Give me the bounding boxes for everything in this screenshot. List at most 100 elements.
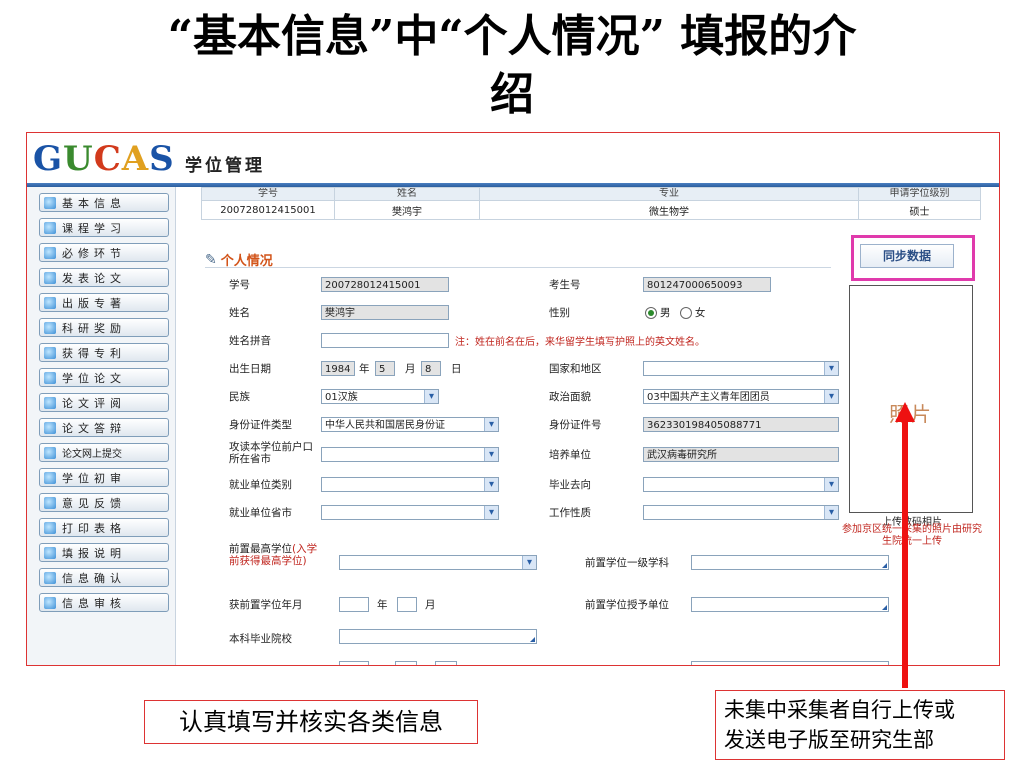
- menu-bullet-icon: [44, 496, 56, 509]
- summary-header-cell: 申请学位级别: [858, 187, 981, 201]
- arrow-shaft: [902, 420, 908, 688]
- menu-bullet-icon: [44, 321, 56, 334]
- sidebar: 基本信息 课程学习 必修环节 发表论文 出版专著 科研奖励 获得专利 学位论文 …: [27, 187, 176, 665]
- sidebar-item-required[interactable]: 必修环节: [39, 243, 169, 262]
- prev-subject-label: 前置学位一级学科: [585, 557, 669, 569]
- callout-verify-info: 认真填写并核实各类信息: [144, 700, 478, 744]
- political-select[interactable]: 03中国共产主义青年团团员: [643, 389, 839, 404]
- dest-label: 毕业去向: [549, 479, 591, 491]
- app-screenshot: GUCAS 学位管理 基本信息 课程学习 必修环节 发表论文 出版专著 科研奖励…: [26, 132, 1000, 666]
- menu-bullet-icon: [44, 371, 56, 384]
- sidebar-item-thesis[interactable]: 学位论文: [39, 368, 169, 387]
- menu-bullet-icon: [44, 596, 56, 609]
- idtype-label: 身份证件类型: [229, 419, 292, 431]
- main-content: 学号 姓名 专业 申请学位级别 200728012415001 樊鸿宇 微生物学…: [177, 187, 999, 665]
- upload-note: 参加京区统一采集的照片由研究生院统一上传: [842, 524, 982, 547]
- section-divider: [205, 267, 831, 268]
- jobprov-select[interactable]: [321, 505, 499, 520]
- summary-header-cell: 学号: [201, 187, 335, 201]
- jobnature-label: 工作性质: [549, 507, 591, 519]
- sidebar-item-online-submit[interactable]: 论文网上提交: [39, 443, 169, 462]
- sidebar-item-courses[interactable]: 课程学习: [39, 218, 169, 237]
- sidebar-item-feedback[interactable]: 意见反馈: [39, 493, 169, 512]
- sidebar-item-papers[interactable]: 发表论文: [39, 268, 169, 287]
- summary-cell: 200728012415001: [201, 200, 335, 220]
- pen-icon: ✎: [205, 251, 217, 268]
- prev-degree-label: 前置最高学位(入学前获得最高学位): [229, 543, 318, 567]
- idtype-select[interactable]: 中华人民共和国居民身份证: [321, 417, 499, 432]
- sidebar-item-basic-info[interactable]: 基本信息: [39, 193, 169, 212]
- prev-date-label: 获前置学位年月: [229, 599, 303, 611]
- jobtype-select[interactable]: [321, 477, 499, 492]
- exam-no-field: 801247000650093: [643, 277, 771, 292]
- summary-header-cell: 专业: [479, 187, 859, 201]
- prev-year-input[interactable]: [339, 597, 369, 612]
- sidebar-item-patents[interactable]: 获得专利: [39, 343, 169, 362]
- pinyin-input[interactable]: [321, 333, 449, 348]
- gender-label: 性别: [549, 307, 570, 319]
- sidebar-item-defense[interactable]: 论文答辩: [39, 418, 169, 437]
- gender-male-label: 男: [660, 307, 671, 319]
- unit-label: 培养单位: [549, 449, 591, 461]
- sidebar-item-instructions[interactable]: 填报说明: [39, 543, 169, 562]
- name-field: 樊鸿宇: [321, 305, 449, 320]
- sync-data-button[interactable]: 同步数据: [860, 244, 954, 268]
- gender-radio-group: 男 女: [645, 307, 705, 319]
- summary-header-cell: 姓名: [334, 187, 480, 201]
- summary-cell: 樊鸿宇: [334, 200, 480, 220]
- prev-subject-input[interactable]: [691, 555, 889, 570]
- jobprov-label: 就业单位省市: [229, 507, 292, 519]
- app-name: 学位管理: [185, 156, 265, 176]
- summary-cell: 微生物学: [479, 200, 859, 220]
- next-row-input[interactable]: [339, 661, 369, 665]
- sidebar-item-audit[interactable]: 信息审核: [39, 593, 169, 612]
- gender-female-radio[interactable]: [679, 307, 692, 319]
- birth-label: 出生日期: [229, 363, 271, 375]
- next-row-input[interactable]: [435, 661, 457, 665]
- birth-year-field[interactable]: 1984: [321, 361, 355, 376]
- next-row-input[interactable]: [691, 661, 889, 665]
- sidebar-item-awards[interactable]: 科研奖励: [39, 318, 169, 337]
- menu-bullet-icon: [44, 446, 56, 459]
- app-banner: GUCAS 学位管理: [27, 133, 999, 185]
- idno-field: 362330198405088771: [643, 417, 839, 432]
- hukou-select[interactable]: [321, 447, 499, 462]
- menu-bullet-icon: [44, 396, 56, 409]
- sidebar-item-review[interactable]: 论文评阅: [39, 393, 169, 412]
- country-select[interactable]: [643, 361, 839, 376]
- ethnic-label: 民族: [229, 391, 250, 403]
- sidebar-item-print[interactable]: 打印表格: [39, 518, 169, 537]
- prev-degree-select[interactable]: [339, 555, 537, 570]
- birth-day-field[interactable]: 8: [421, 361, 441, 376]
- pinyin-note: 注：姓在前名在后，来华留学生填写护照上的英文姓名。: [455, 337, 705, 348]
- idno-label: 身份证件号: [549, 419, 602, 431]
- menu-bullet-icon: [44, 196, 56, 209]
- dest-select[interactable]: [643, 477, 839, 492]
- jobnature-select[interactable]: [643, 505, 839, 520]
- photo-frame[interactable]: 照片: [849, 285, 973, 513]
- ethnic-select[interactable]: 01汉族: [321, 389, 439, 404]
- birth-month-field[interactable]: 5: [375, 361, 395, 376]
- sidebar-item-monographs[interactable]: 出版专著: [39, 293, 169, 312]
- menu-bullet-icon: [44, 471, 56, 484]
- undergrad-input[interactable]: [339, 629, 537, 644]
- prev-month-input[interactable]: [397, 597, 417, 612]
- jobtype-label: 就业单位类别: [229, 479, 292, 491]
- sidebar-item-confirm[interactable]: 信息确认: [39, 568, 169, 587]
- prev-month-unit: 月: [425, 599, 436, 611]
- menu-bullet-icon: [44, 546, 56, 559]
- summary-cell: 硕士: [858, 200, 981, 220]
- prev-grant-input[interactable]: [691, 597, 889, 612]
- exam-no-label: 考生号: [549, 279, 581, 291]
- menu-bullet-icon: [44, 271, 56, 284]
- slide-title-line1: “基本信息”中“个人情况” 填报的介: [167, 11, 857, 62]
- summary-value-row: 200728012415001 樊鸿宇 微生物学 硕士: [201, 200, 981, 220]
- political-label: 政治面貌: [549, 391, 591, 403]
- next-row-input[interactable]: [395, 661, 417, 665]
- sidebar-item-pre-review[interactable]: 学位初审: [39, 468, 169, 487]
- gender-male-radio[interactable]: [645, 307, 657, 319]
- birth-year-unit: 年: [359, 363, 370, 375]
- prev-grant-label: 前置学位授予单位: [585, 599, 669, 611]
- prev-year-unit: 年: [377, 599, 388, 611]
- arrow-up-icon: [895, 402, 915, 422]
